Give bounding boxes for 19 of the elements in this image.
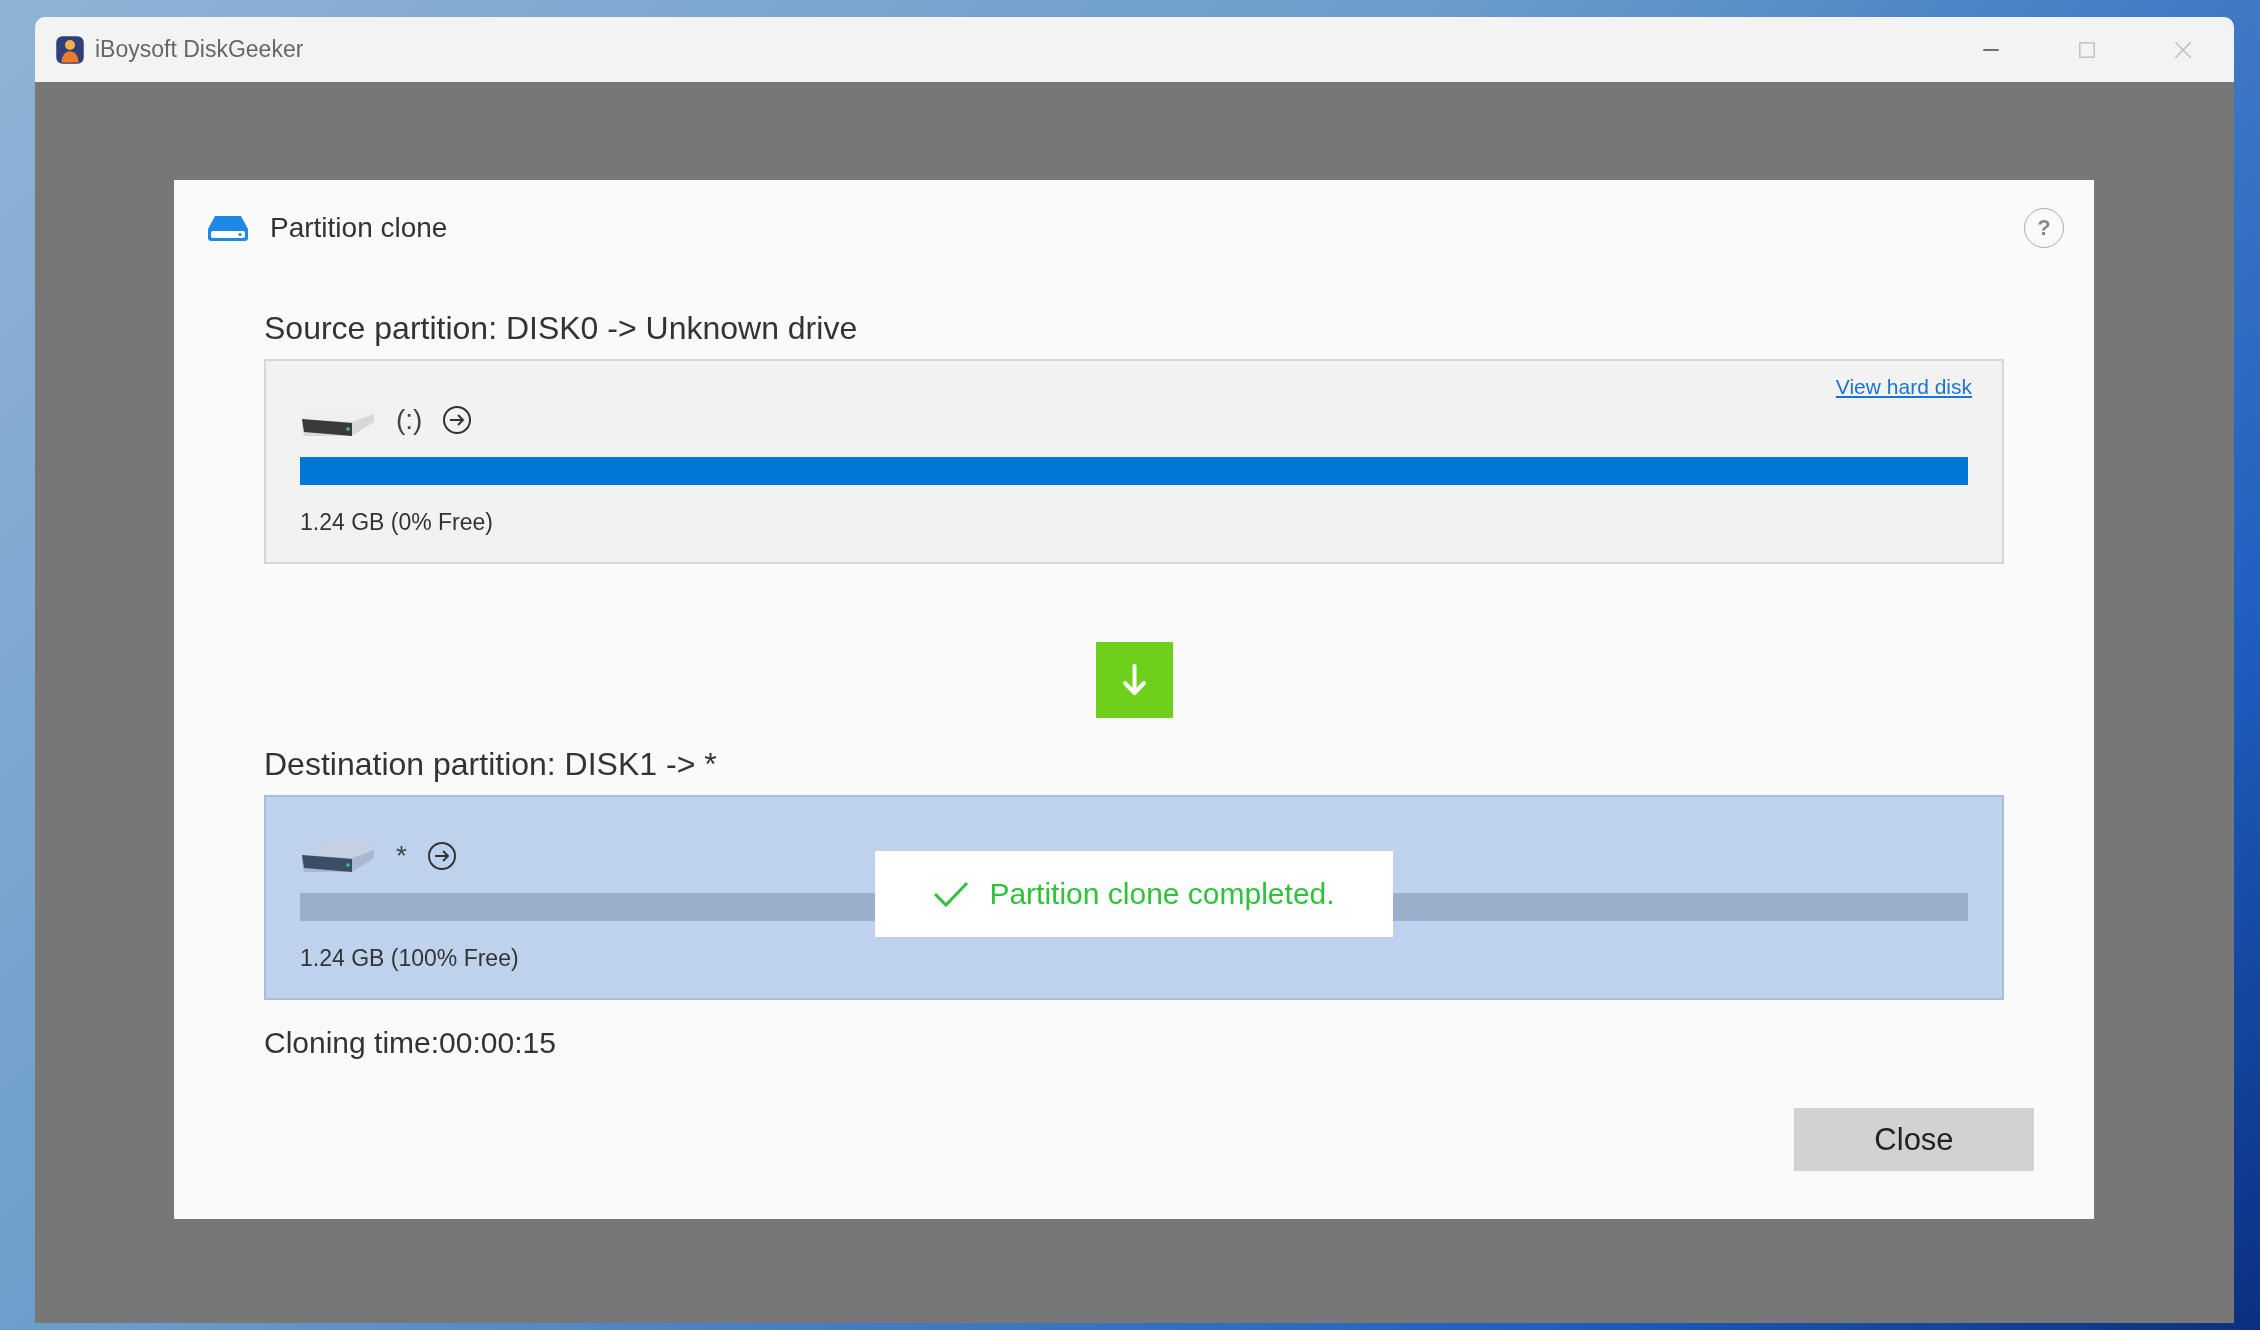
window-title: iBoysoft DiskGeeker xyxy=(95,36,304,63)
close-button[interactable]: Close xyxy=(1794,1108,2034,1171)
drive-icon xyxy=(206,213,250,243)
cloning-time: Cloning time:00:00:15 xyxy=(264,1026,557,1060)
partition-size: 1.24 GB (0% Free) xyxy=(300,509,495,536)
partition-label: (:) xyxy=(396,404,423,436)
check-icon xyxy=(933,880,970,908)
partition-size: 1.24 GB (100% Free) xyxy=(300,945,520,972)
view-hard-disk-link[interactable]: View hard disk xyxy=(1835,375,1972,399)
partition-card[interactable]: * 1.24 GB (100% Free) Partition clone completed. xyxy=(264,795,2004,1000)
toast-message: Partition clone completed. xyxy=(989,877,1335,911)
partition-label: * xyxy=(396,840,407,872)
arrow-circle-icon[interactable] xyxy=(442,405,473,435)
app-logo-icon xyxy=(55,34,85,65)
dialog-title: Partition clone xyxy=(270,212,448,244)
partition-heading: Destination partition: DISK1 -> * xyxy=(264,745,718,784)
partition-card[interactable]: View hard disk (:) 1.24 GB (0% Free) xyxy=(264,359,2004,564)
arrow-circle-icon[interactable] xyxy=(426,841,457,871)
partition-heading: Source partition: DISK0 -> Unknown drive xyxy=(264,309,859,348)
